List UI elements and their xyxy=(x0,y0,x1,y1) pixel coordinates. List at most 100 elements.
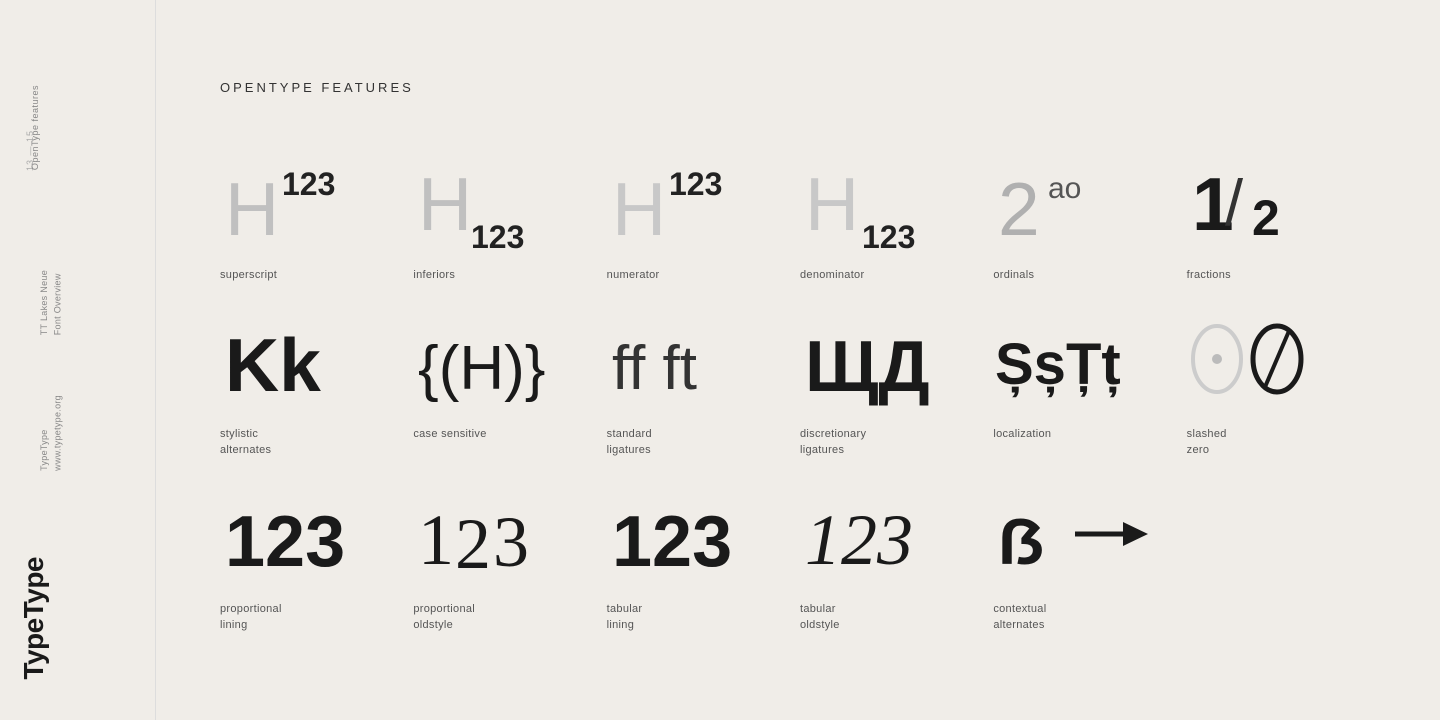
feature-label-denominator: denominator xyxy=(800,267,864,284)
features-row2: Kk stylistic alternates {(H)} case sensi… xyxy=(220,304,1380,459)
feature-label-slashed-zero: slashed zero xyxy=(1187,426,1227,459)
feature-label-contextual-alternates: contextual alternates xyxy=(993,601,1046,634)
svg-text:123: 123 xyxy=(805,500,913,580)
svg-text:3: 3 xyxy=(493,502,529,582)
glyph-localization: ȘșȚț xyxy=(993,304,1143,414)
proportional-oldstyle-svg: 1 2 3 xyxy=(413,484,543,584)
feature-label-fractions: fractions xyxy=(1187,267,1231,284)
features-row3: 123 proportional lining 1 2 3 xyxy=(220,479,1380,634)
glyph-stylistic-alternates: Kk xyxy=(220,304,330,414)
svg-text:H: H xyxy=(418,162,472,246)
svg-text:1: 1 xyxy=(418,500,454,580)
inferiors-svg: H 123 xyxy=(413,150,553,250)
svg-text:123: 123 xyxy=(471,219,524,250)
feature-label-discretionary-ligatures: discretionary ligatures xyxy=(800,426,866,459)
main-content: OPENTYPE FEATURES H 123 superscript xyxy=(160,0,1440,720)
feature-contextual-alternates: ẞ contextual alternates xyxy=(993,479,1186,634)
svg-text:H: H xyxy=(612,167,666,250)
svg-text:2: 2 xyxy=(1252,190,1280,246)
feature-label-tabular-oldstyle: tabular oldstyle xyxy=(800,601,840,634)
glyph-inferiors: H 123 xyxy=(413,145,553,255)
feature-standard-ligatures: ff ft standard ligatures xyxy=(607,304,800,459)
svg-text:123: 123 xyxy=(225,502,345,582)
glyph-denominator: H 123 xyxy=(800,145,950,255)
feature-label-ordinals: ordinals xyxy=(993,267,1034,284)
feature-ordinals: 2 ao ordinals xyxy=(993,145,1186,284)
svg-text:2: 2 xyxy=(998,167,1040,250)
brand-name: TypeType xyxy=(18,557,50,680)
svg-text:ao: ao xyxy=(1048,172,1081,205)
svg-text:Kk: Kk xyxy=(225,323,321,407)
contextual-alternates-svg: ẞ xyxy=(993,484,1153,584)
superscript-svg: H 123 xyxy=(220,150,350,250)
feature-fractions: 1 / 2 fractions xyxy=(1187,145,1380,284)
denominator-svg: H 123 xyxy=(800,150,950,250)
feature-denominator: H 123 denominator xyxy=(800,145,993,284)
glyph-proportional-oldstyle: 1 2 3 xyxy=(413,479,543,589)
glyph-ordinals: 2 ao xyxy=(993,145,1123,255)
glyph-fractions: 1 / 2 xyxy=(1187,145,1307,255)
glyph-numerator: H 123 xyxy=(607,145,737,255)
feature-inferiors: H 123 inferiors xyxy=(413,145,606,284)
standard-ligatures-svg: ff ft xyxy=(607,309,737,409)
feature-slashed-zero: slashed zero xyxy=(1187,304,1380,459)
feature-proportional-oldstyle: 1 2 3 proportional oldstyle xyxy=(413,479,606,634)
feature-label-stylistic-alternates: stylistic alternates xyxy=(220,426,271,459)
svg-text:2: 2 xyxy=(455,504,491,584)
svg-text:H: H xyxy=(225,167,279,250)
svg-text:ff ft: ff ft xyxy=(612,334,697,403)
case-sensitive-svg: {(H)} xyxy=(413,309,553,409)
proportional-lining-svg: 123 xyxy=(220,484,350,584)
glyph-contextual-alternates: ẞ xyxy=(993,479,1153,589)
tabular-oldstyle-svg: 123 xyxy=(800,484,930,584)
svg-text:ЩД: ЩД xyxy=(805,327,930,407)
glyph-discretionary-ligatures: ЩД xyxy=(800,304,930,414)
sidebar-divider xyxy=(155,0,156,720)
svg-text:123: 123 xyxy=(612,502,732,582)
features-row1: H 123 superscript H 123 inferiors xyxy=(220,145,1380,284)
page-title: OPENTYPE FEATURES xyxy=(220,80,1380,95)
glyph-case-sensitive: {(H)} xyxy=(413,304,553,414)
svg-text:ȘșȚț: ȘșȚț xyxy=(995,332,1121,398)
feature-proportional-lining: 123 proportional lining xyxy=(220,479,413,634)
glyph-tabular-lining: 123 xyxy=(607,479,737,589)
ordinals-svg: 2 ao xyxy=(993,150,1123,250)
tabular-lining-svg: 123 xyxy=(607,484,737,584)
svg-text:123: 123 xyxy=(282,166,335,202)
feature-case-sensitive: {(H)} case sensitive xyxy=(413,304,606,459)
stylistic-alternates-svg: Kk xyxy=(220,309,330,409)
feature-label-superscript: superscript xyxy=(220,267,277,284)
discretionary-ligatures-svg: ЩД xyxy=(800,309,930,409)
feature-label-localization: localization xyxy=(993,426,1051,443)
feature-label-case-sensitive: case sensitive xyxy=(413,426,486,443)
feature-tabular-oldstyle: 123 tabular oldstyle xyxy=(800,479,993,634)
svg-text:ẞ: ẞ xyxy=(998,505,1045,578)
svg-text:123: 123 xyxy=(669,166,722,202)
feature-empty xyxy=(1187,479,1380,634)
glyph-tabular-oldstyle: 123 xyxy=(800,479,930,589)
numerator-svg: H 123 xyxy=(607,150,737,250)
sidebar-font-info: TT Lakes Neue Font Overview xyxy=(38,270,65,335)
feature-numerator: H 123 numerator xyxy=(607,145,800,284)
glyph-superscript: H 123 xyxy=(220,145,350,255)
glyph-standard-ligatures: ff ft xyxy=(607,304,737,414)
glyph-slashed-zero xyxy=(1187,304,1317,414)
feature-label-numerator: numerator xyxy=(607,267,660,284)
page-container: 13 — 15 OpenType features TT Lakes Neue … xyxy=(0,0,1440,720)
svg-text:123: 123 xyxy=(862,219,915,250)
localization-svg: ȘșȚț xyxy=(993,309,1143,409)
glyph-proportional-lining: 123 xyxy=(220,479,350,589)
feature-label-proportional-lining: proportional lining xyxy=(220,601,282,634)
feature-label-inferiors: inferiors xyxy=(413,267,455,284)
feature-stylistic-alternates: Kk stylistic alternates xyxy=(220,304,413,459)
feature-label-tabular-lining: tabular lining xyxy=(607,601,643,634)
svg-text:/: / xyxy=(1225,166,1244,239)
sidebar-company-info: TypeType www.typetype.org xyxy=(38,395,65,471)
feature-localization: ȘșȚț localization xyxy=(993,304,1186,459)
fractions-svg: 1 / 2 xyxy=(1187,150,1307,250)
sidebar-subtitle: OpenType features xyxy=(30,85,40,170)
svg-text:{(H)}: {(H)} xyxy=(418,334,545,403)
feature-label-proportional-oldstyle: proportional oldstyle xyxy=(413,601,475,634)
feature-label-standard-ligatures: standard ligatures xyxy=(607,426,652,459)
slashed-zero-svg xyxy=(1187,309,1317,409)
